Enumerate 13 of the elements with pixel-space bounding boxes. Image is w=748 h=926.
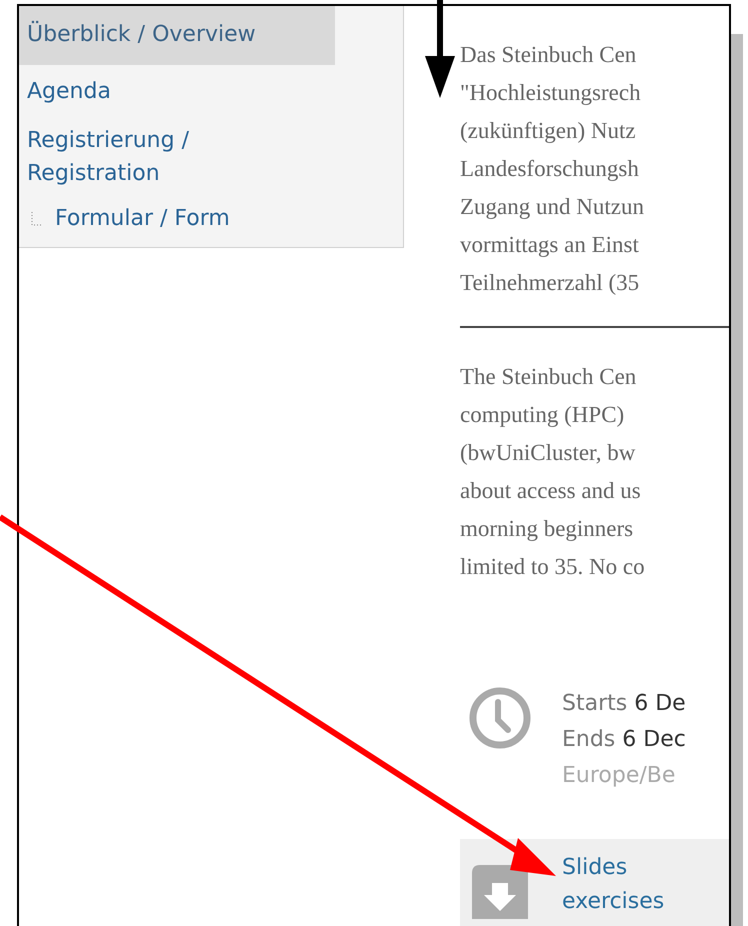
sidebar-subitem[interactable]: Formular / Form	[55, 202, 230, 235]
sidebar-item[interactable]: Agenda	[19, 65, 335, 114]
end-date: Ends 6 Dec	[562, 726, 686, 754]
sidebar-item[interactable]: Registrierung / Registration	[19, 114, 335, 196]
description-german: Das Steinbuch Cen "Hochleistungsrech (zukünftigen) Nutz Landesforschungsh Zugang und Nutzun vormittags an Einst Teilnehmerzahl (35	[460, 41, 644, 297]
timezone: Europe/Be	[562, 762, 676, 790]
start-date: Starts 6 De	[562, 690, 686, 718]
description-english: The Steinbuch Cen computing (HPC) (bwUniCluster, bw about access and us morning beginners limited to 35. No co	[460, 363, 645, 581]
clock-icon	[468, 686, 532, 750]
sidebar-item[interactable]: Überblick / Overview	[19, 6, 335, 65]
attachment-link[interactable]: Slides	[562, 851, 664, 885]
tree-connector-icon	[31, 212, 43, 226]
attachment-link[interactable]: exercises	[562, 885, 664, 919]
